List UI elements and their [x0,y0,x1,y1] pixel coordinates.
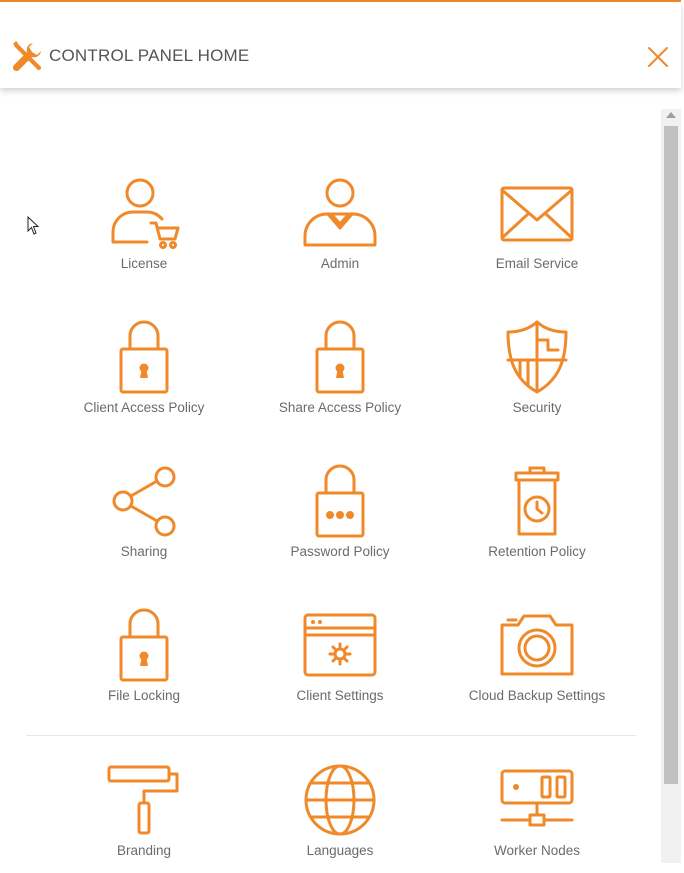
padlock-icon [119,608,169,682]
tile-label: Client Access Policy [83,400,205,415]
share-icon [112,466,176,537]
shield-icon [506,320,568,394]
globe-icon [304,764,376,836]
padlock-icon [315,320,365,394]
page-title: CONTROL PANEL HOME [49,46,250,65]
tile-worker-nodes[interactable]: Worker Nodes [442,763,632,873]
tile-languages[interactable]: Languages [245,763,435,873]
scrollbar[interactable] [661,109,681,863]
envelope-icon [500,186,574,242]
tools-icon [12,41,42,72]
section-divider [26,735,636,736]
tile-label: Password Policy [290,544,390,559]
tile-security[interactable]: Security [442,320,632,430]
tile-label: Languages [306,843,374,858]
admin-user-icon [303,178,377,247]
paint-roller-icon [107,765,179,835]
tile-client-access-policy[interactable]: Client Access Policy [49,320,239,430]
tile-license[interactable]: License [49,176,239,286]
tile-password-policy[interactable]: Password Policy [245,464,435,574]
camera-icon [500,614,574,676]
tile-label: Email Service [495,256,579,271]
tile-label: Share Access Policy [278,400,402,415]
browser-gear-icon [303,613,377,677]
scroll-up-arrow-icon[interactable] [666,112,676,118]
tile-branding[interactable]: Branding [49,763,239,873]
tile-label: Client Settings [296,688,384,703]
tile-label: Sharing [120,544,168,559]
server-icon [500,769,574,827]
padlock-icon [119,320,169,394]
tile-label: Admin [320,256,360,271]
tile-label: Security [512,400,562,415]
tile-email-service[interactable]: Email Service [442,176,632,286]
tile-label: Retention Policy [488,544,586,559]
tile-admin[interactable]: Admin [245,176,435,286]
tile-client-settings[interactable]: Client Settings [245,608,435,718]
mouse-cursor-icon [27,216,40,235]
trash-clock-icon [514,466,560,536]
tile-share-access-policy[interactable]: Share Access Policy [245,320,435,430]
close-icon[interactable] [647,46,669,68]
tile-cloud-backup-settings[interactable]: Cloud Backup Settings [442,608,632,718]
tile-file-locking[interactable]: File Locking [49,608,239,718]
tile-label: Cloud Backup Settings [468,688,606,703]
panel-header: CONTROL PANEL HOME [0,2,681,88]
control-panel-grid: License Admin Email Service Client Acces… [0,88,661,863]
tile-label: Branding [116,843,172,858]
tile-retention-policy[interactable]: Retention Policy [442,464,632,574]
tile-label: License [120,256,168,271]
tile-label: Worker Nodes [493,843,581,858]
user-cart-icon [111,178,180,249]
password-lock-icon [315,464,365,538]
scroll-thumb[interactable] [664,126,678,784]
tile-label: File Locking [107,688,181,703]
tile-sharing[interactable]: Sharing [49,464,239,574]
